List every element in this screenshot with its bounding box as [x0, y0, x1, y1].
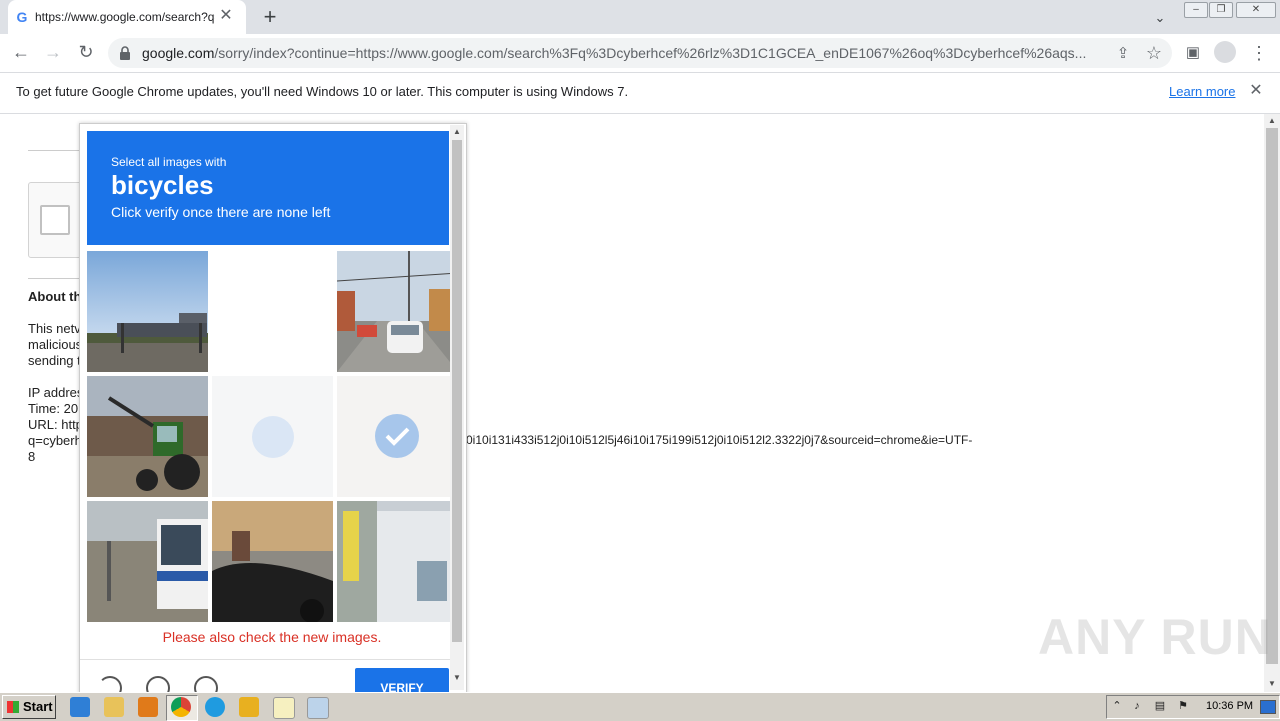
captcha-tile-street-cars[interactable] [337, 251, 458, 372]
tray-expand-icon[interactable]: ⌃ [1110, 699, 1124, 713]
chrome-icon [171, 697, 191, 717]
show-desktop-icon[interactable] [1260, 700, 1276, 714]
url-text[interactable]: google.com/sorry/index?continue=https://… [142, 45, 1100, 61]
challenge-scrollbar-thumb[interactable] [452, 140, 462, 642]
url-end-line: 8 [28, 449, 36, 464]
captcha-tile-building-banner[interactable] [337, 501, 458, 622]
minimize-button[interactable]: – [1184, 2, 1208, 18]
forward-arrow-icon[interactable]: → [42, 41, 64, 63]
captcha-tile-tractor[interactable] [87, 376, 208, 497]
notepad-icon[interactable] [273, 697, 295, 719]
ip-address-line: IP addres [28, 385, 84, 400]
about-text-line: malicious [28, 337, 83, 352]
about-heading: About th [28, 289, 82, 304]
infobar-message: To get future Google Chrome updates, you… [16, 84, 629, 99]
profile-avatar-icon[interactable] [1214, 41, 1236, 63]
media-player-icon[interactable] [138, 697, 158, 717]
page-scrollbar-thumb[interactable] [1266, 128, 1278, 664]
restore-button[interactable]: ❐ [1209, 2, 1233, 18]
captcha-tile-selected[interactable] [337, 376, 458, 497]
start-button[interactable]: Start [2, 695, 56, 719]
reload-icon[interactable]: ↻ [75, 41, 97, 63]
learn-more-link[interactable]: Learn more [1169, 84, 1235, 99]
action-center-flag-icon[interactable]: ⚑ [1176, 699, 1190, 713]
checkmark-icon [252, 416, 294, 458]
lock-icon[interactable] [118, 45, 132, 61]
url-tail-text: 0i10i131i433i512j0i10i512l5j46i10i175i19… [466, 433, 973, 447]
edge-icon[interactable] [205, 697, 225, 717]
url-line: URL: http [28, 417, 83, 432]
outlook-icon[interactable] [239, 697, 259, 717]
window-icon[interactable] [307, 697, 329, 719]
file-explorer-icon[interactable] [104, 697, 124, 717]
url-host: google.com [142, 45, 215, 61]
windows-flag-icon [7, 701, 19, 713]
scroll-up-arrow-icon[interactable]: ▲ [1264, 114, 1280, 128]
back-arrow-icon[interactable]: ← [10, 41, 32, 63]
challenge-footer-divider [80, 659, 450, 660]
scroll-down-arrow-icon[interactable]: ▼ [1264, 677, 1280, 691]
url-query-line: q=cyberh [28, 433, 82, 448]
bookmark-star-icon[interactable]: ☆ [1143, 42, 1165, 64]
new-tab-button[interactable]: + [258, 5, 282, 29]
captcha-tile-parked-car[interactable] [212, 501, 333, 622]
internet-explorer-icon[interactable] [70, 697, 90, 717]
taskbar-clock[interactable]: 10:36 PM [1206, 700, 1253, 712]
challenge-error-message: Please also check the new images. [162, 629, 382, 645]
network-icon[interactable]: ▤ [1153, 699, 1167, 713]
start-label: Start [23, 699, 53, 714]
side-panel-icon[interactable]: ▣ [1182, 42, 1204, 64]
captcha-tile-highway-sign[interactable] [87, 251, 208, 372]
anyrun-watermark: ANY RUN [1038, 609, 1272, 665]
challenge-scroll-up-icon[interactable]: ▲ [450, 125, 464, 139]
captcha-tile-loading[interactable] [212, 251, 333, 372]
volume-icon[interactable]: ♪ [1130, 699, 1144, 713]
captcha-tile-bus[interactable] [87, 501, 208, 622]
close-window-button[interactable]: ✕ [1236, 2, 1276, 18]
infobar-close-icon[interactable]: ✕ [1248, 83, 1264, 99]
divider [28, 278, 80, 279]
challenge-subtext: Click verify once there are none left [111, 204, 331, 220]
about-text-line: sending t [28, 353, 81, 368]
challenge-instruction: Select all images with [111, 155, 227, 169]
about-text-line: This netv [28, 321, 81, 336]
divider [28, 150, 80, 151]
close-tab-icon[interactable]: ✕ [218, 8, 234, 24]
challenge-keyword: bicycles [111, 170, 214, 200]
tab-search-chevron-icon[interactable]: ⌄ [1150, 8, 1170, 28]
google-favicon-icon: G [16, 9, 28, 25]
url-path: /sorry/index?continue=https://www.google… [214, 45, 1087, 61]
challenge-scroll-down-icon[interactable]: ▼ [450, 671, 464, 685]
captcha-tile-selected[interactable] [212, 376, 333, 497]
menu-kebab-icon[interactable]: ⋮ [1248, 42, 1270, 64]
share-icon[interactable]: ⇪ [1112, 43, 1134, 65]
checkmark-icon [375, 414, 419, 458]
time-line: Time: 20: [28, 401, 82, 416]
tab-title: https://www.google.com/search?q= [35, 10, 215, 24]
recaptcha-checkbox[interactable] [40, 205, 70, 235]
